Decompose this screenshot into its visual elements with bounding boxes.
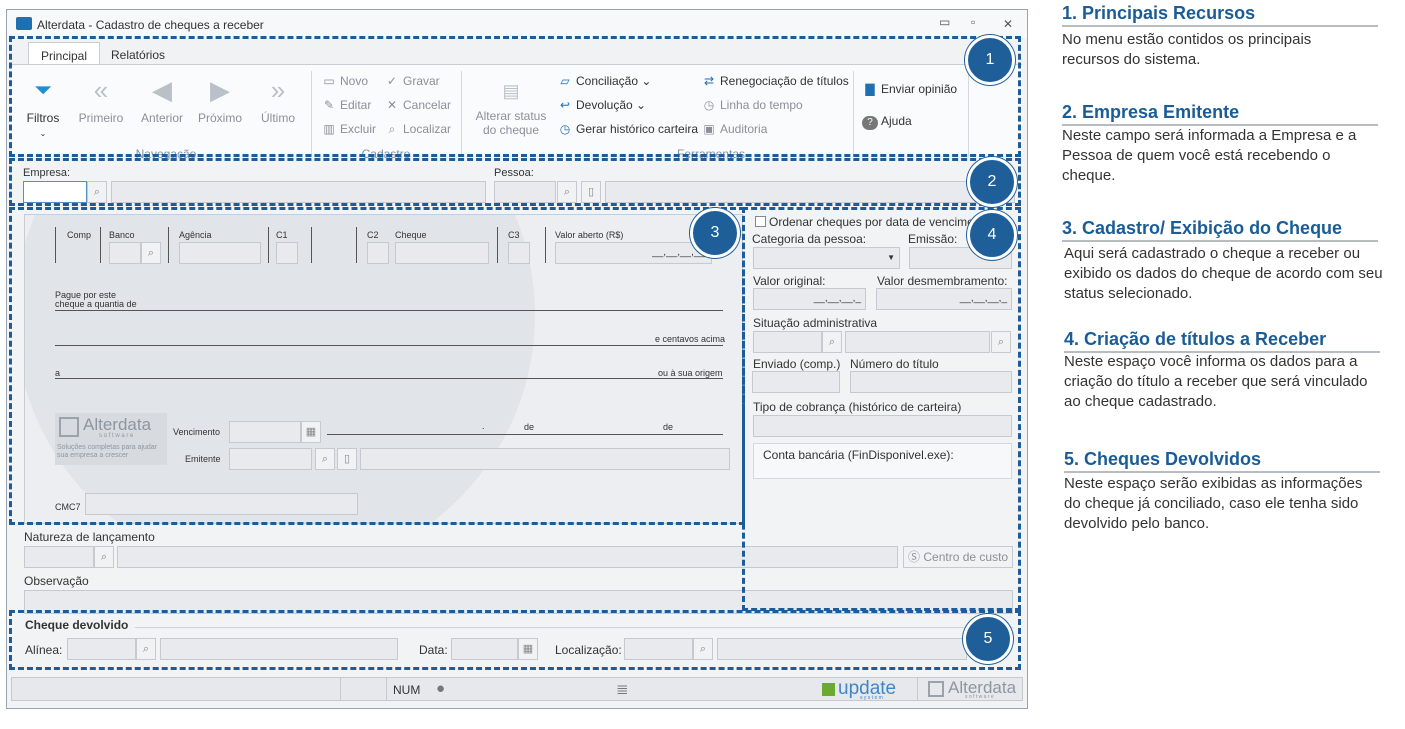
region-1-highlight xyxy=(9,36,1021,157)
database-icon: ≣ xyxy=(616,681,629,698)
status-bar: NUM ● ≣ update s y s t e m Alterdata s o… xyxy=(11,677,1023,701)
panel-heading-1: 1. Principais Recursos xyxy=(1062,3,1378,27)
natureza-search-icon[interactable]: ⌕ xyxy=(94,546,114,568)
region-2-highlight xyxy=(9,158,1021,206)
panel-heading-5: 5. Cheques Devolvidos xyxy=(1064,449,1380,473)
panel-heading-2: 2. Empresa Emitente xyxy=(1062,102,1378,126)
minimize-button[interactable]: ▭ xyxy=(939,15,950,29)
update-logo-icon xyxy=(822,683,835,696)
num-lock-indicator: NUM xyxy=(393,683,421,697)
badge-4: 4 xyxy=(967,210,1017,260)
panel-heading-4: 4. Criação de títulos a Receber xyxy=(1064,329,1380,353)
region-4-highlight xyxy=(742,207,1021,611)
natureza-label: Natureza de lançamento xyxy=(24,530,155,544)
close-button[interactable]: ✕ xyxy=(1003,17,1013,31)
window-title: Alterdata - Cadastro de cheques a recebe… xyxy=(37,18,264,32)
panel-text-4: Neste espaço você informa os dados para … xyxy=(1064,353,1368,410)
panel-text-5: Neste espaço serão exibidas as informaçõ… xyxy=(1064,475,1363,532)
status-divider xyxy=(386,678,387,700)
badge-1: 1 xyxy=(965,35,1015,85)
badge-3: 3 xyxy=(690,208,740,258)
badge-2: 2 xyxy=(967,157,1017,207)
panel-text-3: Aqui será cadastrado o cheque a receber … xyxy=(1064,245,1383,302)
maximize-button[interactable]: ▫ xyxy=(971,15,975,29)
panel-heading-3: 3. Cadastro/ Exibição do Cheque xyxy=(1062,218,1378,242)
panel-text-2: Neste campo será informada a Empresa e a… xyxy=(1062,127,1357,184)
badge-5: 5 xyxy=(963,614,1013,664)
panel-text-1: No menu estão contidos os principais rec… xyxy=(1062,31,1312,68)
title-bar: Alterdata - Cadastro de cheques a recebe… xyxy=(7,10,1027,38)
status-divider xyxy=(340,678,341,700)
status-divider xyxy=(917,678,918,700)
alterdata-footer-subtext: s o f t w a r e xyxy=(965,694,994,700)
natureza-code-input[interactable] xyxy=(24,546,94,568)
user-icon: ● xyxy=(436,680,446,697)
alterdata-footer-icon xyxy=(928,681,944,697)
update-logo-subtext: s y s t e m xyxy=(860,695,883,701)
region-5-highlight xyxy=(9,610,1021,670)
region-3-highlight xyxy=(9,207,745,525)
observacao-label: Observação xyxy=(24,574,89,588)
app-logo-icon xyxy=(16,17,32,30)
